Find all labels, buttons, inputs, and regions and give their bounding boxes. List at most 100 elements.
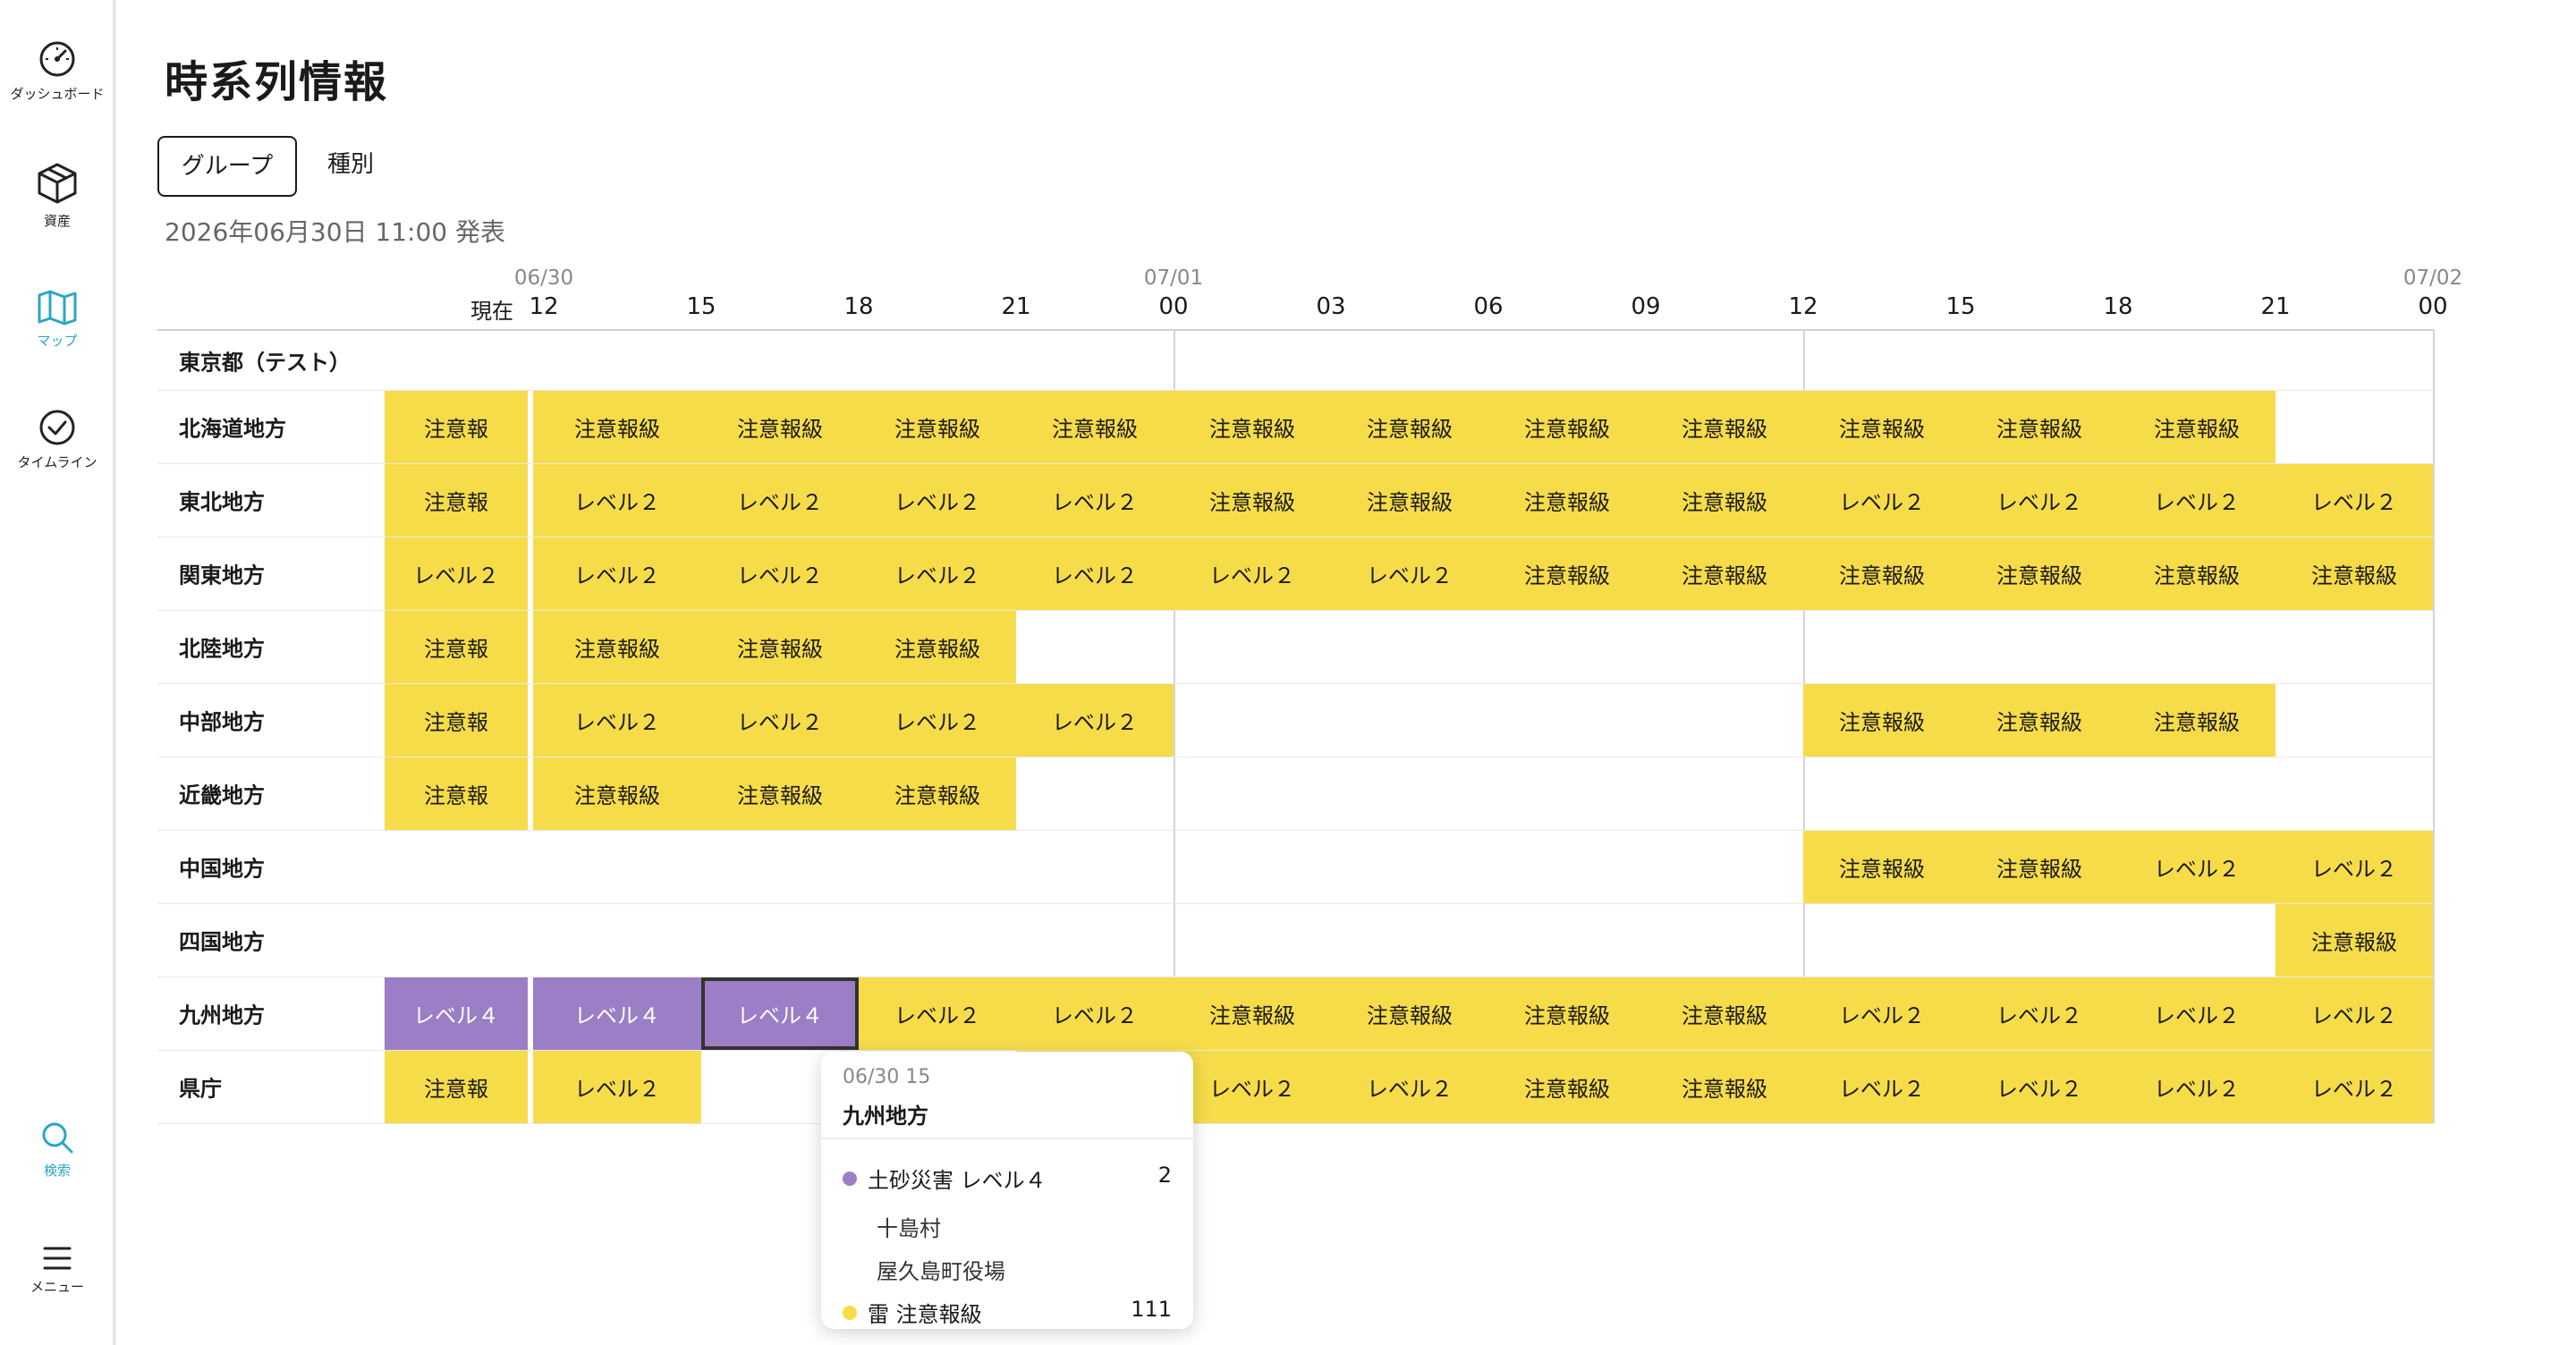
- forecast-cell[interactable]: 注意報級: [859, 611, 1016, 683]
- forecast-cell[interactable]: 注意報級: [1174, 977, 1331, 1050]
- forecast-cell[interactable]: レベル２: [2118, 831, 2275, 903]
- now-cell[interactable]: 注意報: [385, 464, 528, 537]
- forecast-cell[interactable]: レベル２: [859, 977, 1016, 1050]
- forecast-cell[interactable]: レベル２: [701, 537, 859, 610]
- forecast-cell[interactable]: レベル２: [859, 464, 1016, 537]
- forecast-cell[interactable]: 注意報級: [1488, 391, 1646, 463]
- now-cell[interactable]: 注意報: [385, 1051, 528, 1123]
- forecast-cell[interactable]: 注意報級: [1488, 977, 1646, 1050]
- forecast-cell[interactable]: 注意報級: [1803, 684, 1961, 757]
- forecast-cell[interactable]: レベル２: [1174, 537, 1331, 610]
- date-label: 07/02: [2402, 266, 2463, 290]
- forecast-cell[interactable]: レベル４: [533, 977, 701, 1050]
- nav-search[interactable]: 検索: [0, 1120, 114, 1180]
- now-cell[interactable]: 注意報: [385, 611, 528, 683]
- forecast-cell[interactable]: 注意報級: [1331, 464, 1488, 537]
- forecast-cell[interactable]: 注意報級: [1174, 464, 1331, 537]
- forecast-cell[interactable]: 注意報級: [859, 757, 1016, 830]
- forecast-cell[interactable]: レベル２: [1016, 684, 1174, 757]
- forecast-cell[interactable]: レベル２: [2275, 464, 2433, 537]
- forecast-cell[interactable]: レベル４: [701, 977, 859, 1050]
- forecast-cell[interactable]: レベル２: [701, 464, 859, 537]
- forecast-cell[interactable]: 注意報級: [1488, 537, 1646, 610]
- forecast-cell[interactable]: レベル２: [1016, 537, 1174, 610]
- forecast-cell[interactable]: レベル２: [1803, 977, 1961, 1050]
- nav-timeline[interactable]: タイムライン: [0, 408, 114, 471]
- forecast-cell[interactable]: 注意報級: [2118, 537, 2275, 610]
- forecast-cell[interactable]: 注意報級: [859, 391, 1016, 463]
- forecast-cell[interactable]: 注意報級: [1488, 1051, 1646, 1123]
- forecast-cell[interactable]: レベル２: [1961, 1051, 2118, 1123]
- forecast-cell[interactable]: 注意報級: [1331, 391, 1488, 463]
- nav-assets[interactable]: 資産: [0, 161, 114, 230]
- forecast-cell[interactable]: レベル２: [1016, 977, 1174, 1050]
- forecast-cell[interactable]: レベル２: [2118, 1051, 2275, 1123]
- tooltip-time: 06/30 15: [843, 1066, 931, 1088]
- forecast-cell[interactable]: レベル２: [533, 464, 701, 537]
- now-cell[interactable]: 注意報: [385, 391, 528, 463]
- forecast-cell[interactable]: レベル２: [859, 537, 1016, 610]
- forecast-cell[interactable]: 注意報級: [701, 757, 859, 830]
- forecast-cell[interactable]: 注意報級: [1803, 831, 1961, 903]
- forecast-cell[interactable]: 注意報級: [1016, 391, 1174, 463]
- hour-label: 21: [1001, 293, 1031, 320]
- forecast-cell[interactable]: レベル２: [1961, 464, 2118, 537]
- forecast-cell[interactable]: 注意報級: [533, 611, 701, 683]
- forecast-cell[interactable]: レベル２: [1331, 537, 1488, 610]
- forecast-cell[interactable]: 注意報級: [1961, 391, 2118, 463]
- forecast-cell[interactable]: 注意報級: [2118, 391, 2275, 463]
- forecast-cell[interactable]: レベル２: [2275, 831, 2433, 903]
- forecast-cell[interactable]: レベル２: [533, 1051, 701, 1123]
- hour-label: 00: [2418, 293, 2448, 320]
- forecast-cell[interactable]: 注意報級: [1488, 464, 1646, 537]
- forecast-cell[interactable]: レベル２: [533, 537, 701, 610]
- forecast-cell[interactable]: 注意報級: [533, 757, 701, 830]
- forecast-cell[interactable]: 注意報級: [533, 391, 701, 463]
- forecast-cell[interactable]: 注意報級: [1646, 537, 1803, 610]
- forecast-cell[interactable]: レベル２: [2118, 977, 2275, 1050]
- forecast-cell[interactable]: 注意報級: [1803, 537, 1961, 610]
- now-cell[interactable]: 注意報: [385, 757, 528, 830]
- forecast-cell[interactable]: レベル２: [1016, 464, 1174, 537]
- forecast-cell[interactable]: レベル２: [1803, 1051, 1961, 1123]
- forecast-cell[interactable]: 注意報級: [1646, 391, 1803, 463]
- forecast-cell[interactable]: 注意報級: [1961, 537, 2118, 610]
- forecast-cell[interactable]: レベル２: [701, 684, 859, 757]
- forecast-cell[interactable]: レベル２: [2118, 464, 2275, 537]
- forecast-cell[interactable]: 注意報級: [1961, 831, 2118, 903]
- tab-group[interactable]: グループ: [157, 136, 297, 197]
- forecast-cell[interactable]: 注意報級: [1331, 977, 1488, 1050]
- hour-label: 18: [2103, 293, 2133, 320]
- forecast-cell[interactable]: レベル２: [1174, 1051, 1331, 1123]
- now-cell[interactable]: 注意報: [385, 684, 528, 757]
- nav-dashboard[interactable]: ダッシュボード: [0, 39, 114, 103]
- forecast-cell[interactable]: レベル２: [2275, 977, 2433, 1050]
- tab-type[interactable]: 種別: [306, 136, 395, 197]
- forecast-cell[interactable]: 注意報級: [2275, 904, 2433, 977]
- forecast-cell[interactable]: レベル２: [2275, 1051, 2433, 1123]
- forecast-cell[interactable]: レベル２: [1961, 977, 2118, 1050]
- nav-map[interactable]: マップ: [0, 290, 114, 350]
- tooltip-region: 九州地方: [843, 1104, 928, 1129]
- forecast-cell[interactable]: レベル２: [859, 684, 1016, 757]
- now-cell[interactable]: レベル２: [385, 537, 528, 610]
- forecast-cell[interactable]: レベル２: [533, 684, 701, 757]
- forecast-cell[interactable]: 注意報級: [1646, 464, 1803, 537]
- forecast-cell[interactable]: レベル２: [1331, 1051, 1488, 1123]
- forecast-cell[interactable]: レベル２: [1803, 464, 1961, 537]
- forecast-cell[interactable]: 注意報級: [701, 391, 859, 463]
- nav-label-timeline: タイムライン: [17, 454, 97, 470]
- menu-icon: [43, 1247, 72, 1270]
- forecast-cell[interactable]: 注意報級: [2118, 684, 2275, 757]
- forecast-cell[interactable]: 注意報級: [1961, 684, 2118, 757]
- now-cell[interactable]: レベル４: [385, 977, 528, 1050]
- nav-menu[interactable]: メニュー: [0, 1245, 114, 1296]
- forecast-cell[interactable]: 注意報級: [1646, 1051, 1803, 1123]
- forecast-cell[interactable]: 注意報級: [1174, 391, 1331, 463]
- forecast-cell[interactable]: 注意報級: [2275, 537, 2433, 610]
- forecast-cell[interactable]: 注意報級: [701, 611, 859, 683]
- sidebar: ダッシュボード 資産 マップ タイムライン 検索 メニュー: [0, 0, 114, 1345]
- forecast-cell[interactable]: 注意報級: [1803, 391, 1961, 463]
- forecast-cell[interactable]: 注意報級: [1646, 977, 1803, 1050]
- tooltip-item-label: 土砂災害 レベル４: [868, 1168, 1046, 1193]
